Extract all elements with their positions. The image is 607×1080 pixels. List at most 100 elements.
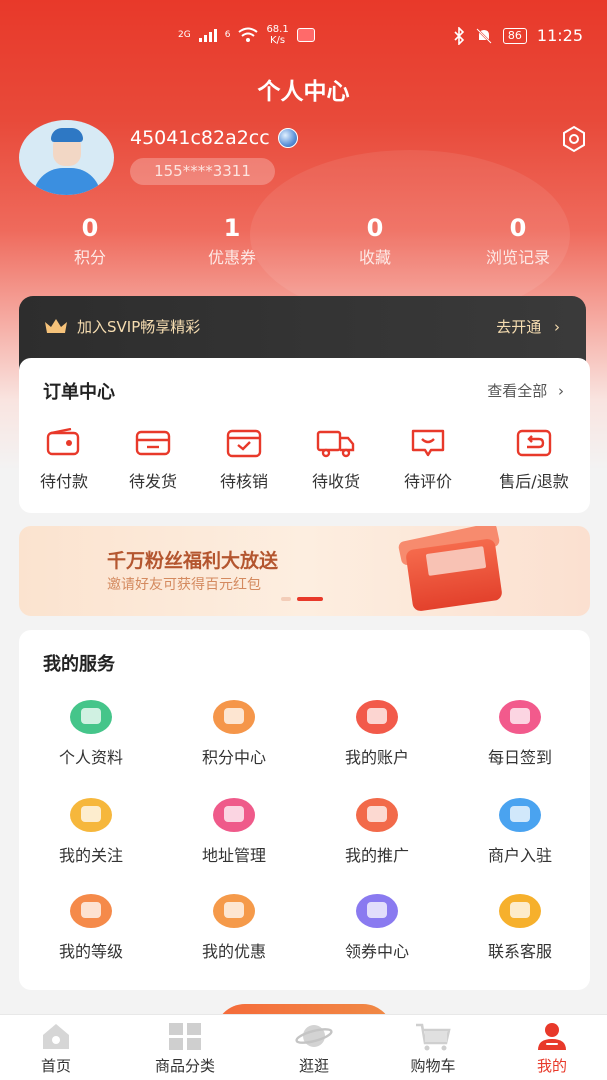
order-after-sales[interactable]: 售后/退款 <box>489 428 579 492</box>
service-label: 每日签到 <box>487 748 552 767</box>
stat-points[interactable]: 0 积分 <box>30 212 150 272</box>
service-account[interactable]: 我的账户 <box>317 700 437 768</box>
clock: 11:25 <box>536 26 583 45</box>
service-label: 我的优惠 <box>201 942 266 961</box>
medal-icon <box>70 894 112 928</box>
order-center-title: 订单中心 <box>43 382 115 403</box>
tab-home[interactable]: 首页 <box>0 1021 116 1076</box>
headset-icon <box>499 894 541 928</box>
account-icon <box>356 700 398 734</box>
order-pending-verify[interactable]: 待核销 <box>199 428 289 492</box>
username-row[interactable]: 45041c82a2cc <box>130 127 298 149</box>
chevron-right-icon: › <box>554 318 560 336</box>
service-label: 积分中心 <box>201 748 266 767</box>
service-label: 我的等级 <box>58 942 123 961</box>
order-label: 待付款 <box>39 472 88 491</box>
tab-label: 首页 <box>40 1057 71 1075</box>
calendar-icon <box>499 700 541 734</box>
page-title: 个人中心 <box>257 79 350 105</box>
order-pending-receipt[interactable]: 待收货 <box>291 428 381 492</box>
service-label: 商户入驻 <box>487 846 552 865</box>
order-pending-payment[interactable]: 待付款 <box>19 428 109 492</box>
service-merchant[interactable]: 商户入驻 <box>460 798 580 866</box>
settings-icon[interactable] <box>559 124 589 154</box>
card-icon <box>135 430 171 456</box>
order-label: 待核销 <box>219 472 268 491</box>
mute-bell-icon <box>476 27 492 44</box>
service-calendar[interactable]: 每日签到 <box>460 700 580 768</box>
svip-open-link[interactable]: 去开通 › <box>496 316 560 337</box>
planet-icon <box>295 1025 333 1047</box>
notification-app-icon <box>296 28 315 42</box>
stat-history[interactable]: 0 浏览记录 <box>458 212 578 272</box>
verify-box-icon <box>226 429 262 458</box>
service-heart[interactable]: 我的关注 <box>31 798 151 866</box>
service-label: 我的账户 <box>344 748 409 767</box>
svip-action-label: 去开通 <box>496 318 542 336</box>
stat-favorites[interactable]: 0 收藏 <box>315 212 435 272</box>
home-icon <box>43 1024 69 1049</box>
my-services-title: 我的服务 <box>43 654 115 675</box>
return-icon <box>516 429 552 457</box>
bottom-tab-bar: 首页 商品分类 逛逛 购物车 我的 <box>0 1014 607 1080</box>
merchant-icon <box>499 798 541 832</box>
view-all-label: 查看全部 <box>487 382 548 400</box>
status-center: 2G 6 68.1 K/s <box>178 24 315 46</box>
stat-label: 浏览记录 <box>485 248 550 267</box>
network-left-label: 2G <box>178 30 191 40</box>
stat-value: 0 <box>366 214 384 242</box>
order-label: 待评价 <box>403 472 452 491</box>
banner-headline: 千万粉丝福利大放送 <box>107 550 279 572</box>
heart-icon <box>70 798 112 832</box>
service-medal[interactable]: 我的等级 <box>31 894 151 962</box>
service-label: 地址管理 <box>201 846 266 865</box>
service-folder[interactable]: 个人资料 <box>31 700 151 768</box>
avatar[interactable] <box>19 120 114 195</box>
tab-category[interactable]: 商品分类 <box>125 1021 245 1076</box>
stat-label: 优惠券 <box>207 248 256 267</box>
tab-label: 购物车 <box>410 1057 456 1075</box>
service-label: 个人资料 <box>58 748 123 767</box>
tab-cart[interactable]: 购物车 <box>373 1021 493 1076</box>
store-icon <box>213 700 255 734</box>
service-headset[interactable]: 联系客服 <box>460 894 580 962</box>
comment-icon <box>411 429 445 457</box>
service-voucher[interactable]: 领券中心 <box>317 894 437 962</box>
stat-value: 0 <box>81 214 99 242</box>
status-right: 86 11:25 <box>453 26 583 45</box>
service-label: 领券中心 <box>344 942 409 961</box>
member-level-icon <box>277 128 298 148</box>
order-label: 待收货 <box>311 472 360 491</box>
tab-label: 我的 <box>536 1057 567 1075</box>
wifi-icon <box>238 27 259 42</box>
stat-value: 0 <box>509 214 527 242</box>
order-pending-review[interactable]: 待评价 <box>383 428 473 492</box>
truck-icon <box>316 430 355 458</box>
service-store[interactable]: 积分中心 <box>174 700 294 768</box>
my-services-card: 我的服务 个人资料 积分中心 我的账户 每日签到我的关注 地址管理 我的推广 商户入驻我的等… <box>19 630 590 990</box>
voucher-icon <box>356 894 398 928</box>
banner-subline: 邀请好友可获得百元红包 <box>107 577 261 593</box>
service-label: 我的关注 <box>58 846 123 865</box>
battery-indicator: 86 <box>502 27 527 44</box>
service-megaphone[interactable]: 我的推广 <box>317 798 437 866</box>
speed-unit: K/s <box>270 35 286 46</box>
carousel-indicator <box>281 597 323 601</box>
coupon-icon <box>213 894 255 928</box>
stat-coupons[interactable]: 1 优惠券 <box>172 212 292 272</box>
order-label: 售后/退款 <box>499 472 569 491</box>
service-coupon[interactable]: 我的优惠 <box>174 894 294 962</box>
cart-icon <box>416 1023 451 1051</box>
crown-icon <box>45 319 67 333</box>
phone-number: 155****3311 <box>130 158 275 185</box>
stat-label: 收藏 <box>358 248 391 267</box>
tab-mine[interactable]: 我的 <box>492 1021 607 1076</box>
order-label: 待发货 <box>128 472 177 491</box>
wallet-icon <box>46 428 80 456</box>
order-pending-shipment[interactable]: 待发货 <box>108 428 198 492</box>
tab-explore[interactable]: 逛逛 <box>254 1021 374 1076</box>
view-all-orders-link[interactable]: 查看全部 › <box>487 380 564 401</box>
tab-label: 逛逛 <box>298 1057 329 1075</box>
promo-banner[interactable]: 千万粉丝福利大放送 邀请好友可获得百元红包 <box>19 526 590 616</box>
service-location[interactable]: 地址管理 <box>174 798 294 866</box>
